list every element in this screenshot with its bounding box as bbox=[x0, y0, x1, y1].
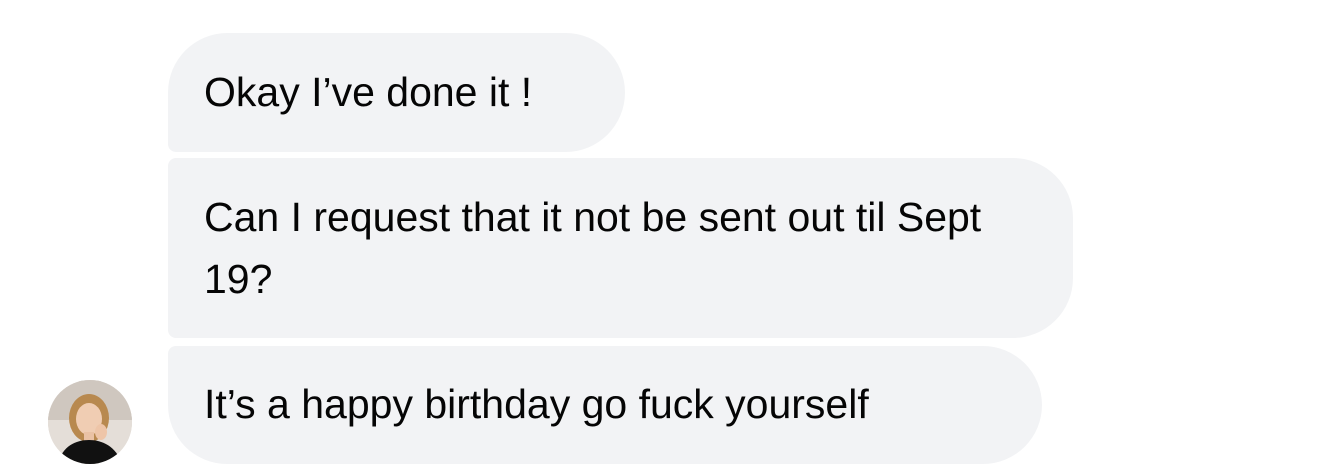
person-photo-avatar-icon bbox=[48, 380, 132, 464]
message-thread: Okay I’ve done it ! Can I request that i… bbox=[0, 0, 1320, 467]
message-text: It’s a happy birthday go fuck yourself bbox=[204, 381, 869, 427]
message-bubble[interactable]: Okay I’ve done it ! bbox=[168, 33, 625, 152]
sender-avatar[interactable] bbox=[48, 380, 132, 464]
message-bubble[interactable]: Can I request that it not be sent out ti… bbox=[168, 158, 1073, 338]
message-text: Can I request that it not be sent out ti… bbox=[204, 194, 982, 302]
message-bubble[interactable]: It’s a happy birthday go fuck yourself bbox=[168, 346, 1042, 464]
message-text: Okay I’ve done it ! bbox=[204, 69, 533, 115]
